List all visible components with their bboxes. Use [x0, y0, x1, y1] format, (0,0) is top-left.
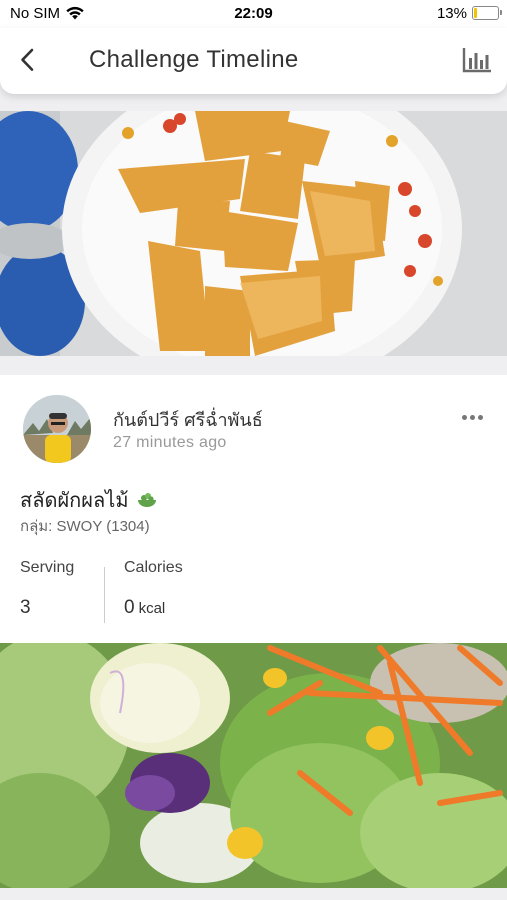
more-dots-icon	[462, 415, 467, 420]
avatar[interactable]	[23, 395, 91, 463]
status-time: 22:09	[234, 5, 273, 22]
calories-label: Calories	[124, 559, 183, 576]
previous-post-photo[interactable]	[0, 111, 507, 356]
battery-percent: 13%	[436, 5, 467, 22]
post-card: กันต์ปวีร์ ศรีฉ่ำพันธ์ 27 minutes ago สล…	[0, 375, 507, 643]
calories-unit: kcal	[138, 600, 166, 617]
battery-icon	[472, 6, 502, 20]
chevron-left-icon	[21, 48, 34, 71]
serving-label: Serving	[20, 559, 75, 576]
statistics-button[interactable]	[461, 45, 493, 75]
app-header: Challenge Timeline	[0, 28, 507, 94]
stat-divider	[104, 567, 105, 623]
salad-bowl-icon	[137, 493, 156, 507]
back-button[interactable]	[14, 45, 44, 75]
post-title: สลัดผักผลไม้	[20, 490, 129, 512]
bar-chart-icon	[462, 48, 491, 73]
more-options-button[interactable]	[461, 413, 485, 423]
calories-stat: 0 kcal	[124, 597, 165, 619]
post-group[interactable]: กลุ่ม: SWOY (1304)	[20, 514, 150, 538]
calories-value: 0	[124, 597, 135, 618]
post-timestamp: 27 minutes ago	[113, 434, 227, 451]
post-author-name[interactable]: กันต์ปวีร์ ศรีฉ่ำพันธ์	[113, 405, 263, 434]
post-title-row: สลัดผักผลไม้	[20, 484, 157, 516]
post-photo[interactable]	[0, 643, 507, 888]
serving-value: 3	[20, 597, 31, 618]
status-bar: No SIM 22:09 13%	[0, 0, 507, 28]
page-title: Challenge Timeline	[89, 46, 299, 73]
